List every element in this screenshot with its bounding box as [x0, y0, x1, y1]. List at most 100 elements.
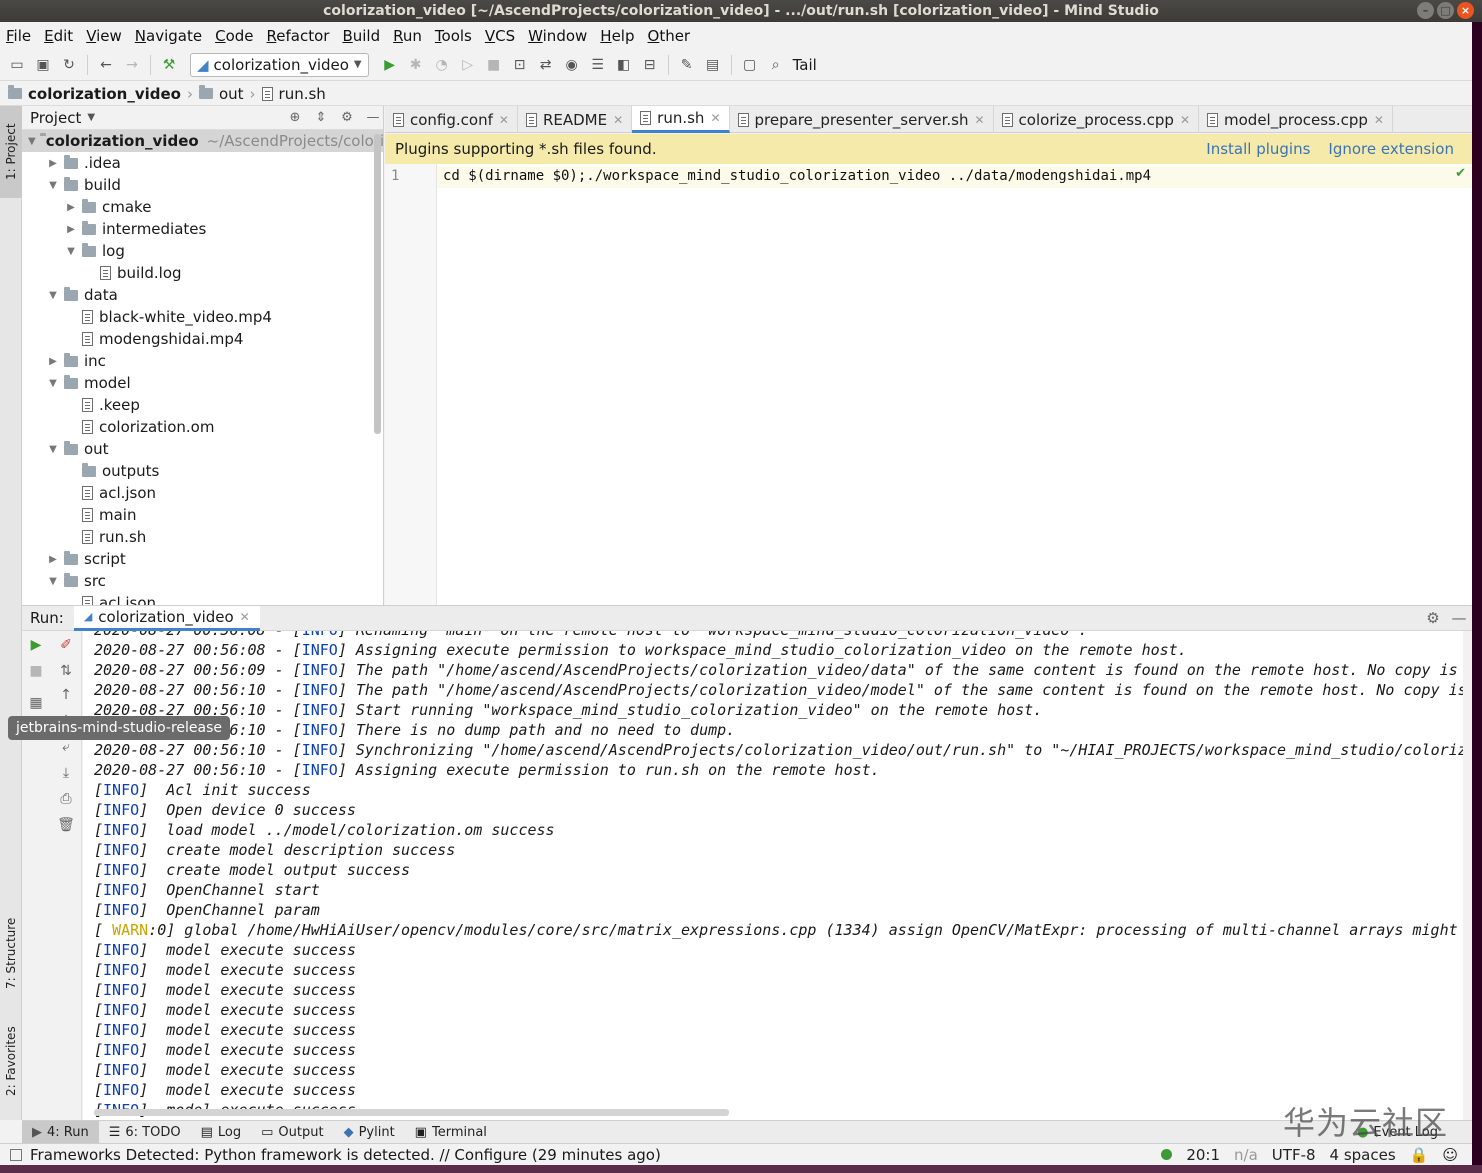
- chevron-down-icon[interactable]: ▼: [46, 576, 60, 587]
- view-icon[interactable]: ◉: [561, 54, 583, 76]
- breadcrumb-out[interactable]: out: [219, 85, 244, 103]
- gear-icon[interactable]: ⚙: [337, 110, 357, 125]
- tree-folder-item[interactable]: ▶ inc: [22, 350, 383, 372]
- convert-icon[interactable]: ⇄: [535, 54, 557, 76]
- lock-icon[interactable]: 🔒: [1410, 1146, 1429, 1164]
- chevron-right-icon[interactable]: ▶: [64, 224, 78, 235]
- close-icon[interactable]: ✕: [499, 113, 509, 127]
- debug-icon[interactable]: ✱: [405, 54, 427, 76]
- minimize-icon[interactable]: –: [1417, 2, 1434, 19]
- menu-tools[interactable]: Tools: [435, 27, 472, 45]
- code-line-text[interactable]: cd $(dirname $0);./workspace_mind_studio…: [443, 168, 1151, 184]
- chevron-right-icon[interactable]: ▶: [46, 158, 60, 169]
- monitor-icon[interactable]: ⊟: [639, 54, 661, 76]
- search-icon[interactable]: ⌕: [765, 54, 787, 76]
- coverage-icon[interactable]: ◔: [431, 54, 453, 76]
- code-editor[interactable]: 1 cd $(dirname $0);./workspace_mind_stud…: [385, 164, 1472, 605]
- tree-folder-item[interactable]: ▼ colorization_video ~/AscendProjects/colo…: [22, 130, 383, 152]
- tree-file-item[interactable]: modengshidai.mp4: [22, 328, 383, 350]
- line-separator[interactable]: n/a: [1234, 1146, 1258, 1164]
- tree-folder-item[interactable]: ▶ script: [22, 548, 383, 570]
- tab-readme[interactable]: README ✕: [518, 106, 633, 133]
- tree-folder-item[interactable]: ▼ build: [22, 174, 383, 196]
- todo-tool-button[interactable]: ☰ 6: TODO: [99, 1121, 191, 1144]
- build-hammer-icon[interactable]: ⚒: [158, 54, 180, 76]
- menu-refactor[interactable]: Refactor: [267, 27, 330, 45]
- tree-file-item[interactable]: acl.json: [22, 592, 383, 605]
- edit-config-icon[interactable]: ✐: [52, 637, 80, 653]
- gear-icon[interactable]: ⚙: [1420, 609, 1446, 627]
- settings-wrench-icon[interactable]: ✎: [676, 54, 698, 76]
- run-console[interactable]: 2020-08-27 00:56:08 - [INFO] Renaming "m…: [83, 631, 1463, 1120]
- tree-folder-item[interactable]: ▼ log: [22, 240, 383, 262]
- console-vertical-scrollbar[interactable]: [1463, 631, 1472, 1120]
- profile-icon[interactable]: ▷: [457, 54, 479, 76]
- project-structure-icon[interactable]: ▤: [702, 54, 724, 76]
- hide-icon[interactable]: —: [363, 110, 383, 125]
- chevron-right-icon[interactable]: ▶: [46, 554, 60, 565]
- print-icon[interactable]: ⎙: [52, 791, 80, 807]
- terminal-icon[interactable]: ▢: [739, 54, 761, 76]
- tree-folder-item[interactable]: ▼ model: [22, 372, 383, 394]
- tree-folder-item[interactable]: ▶ .idea: [22, 152, 383, 174]
- close-icon[interactable]: ✕: [240, 610, 250, 624]
- structure-tool-tab[interactable]: 7: Structure: [0, 906, 22, 1001]
- chevron-down-icon[interactable]: ▼: [64, 246, 78, 257]
- menu-build[interactable]: Build: [342, 27, 380, 45]
- install-plugins-link[interactable]: Install plugins: [1206, 140, 1310, 158]
- indent-setting[interactable]: 4 spaces: [1330, 1146, 1396, 1164]
- forward-icon[interactable]: →: [121, 54, 143, 76]
- locate-icon[interactable]: ⊕: [285, 110, 305, 125]
- log-tool-button[interactable]: ▤ Log: [191, 1121, 252, 1144]
- stop-icon[interactable]: ■: [22, 663, 50, 679]
- tree-file-item[interactable]: black-white_video.mp4: [22, 306, 383, 328]
- layout-icon[interactable]: ▦: [22, 695, 50, 711]
- cursor-position[interactable]: 20:1: [1186, 1146, 1220, 1164]
- scroll-to-end-icon[interactable]: ⤓: [52, 765, 80, 781]
- tree-file-item[interactable]: main: [22, 504, 383, 526]
- inspection-ok-icon[interactable]: ✔: [1455, 166, 1466, 181]
- menu-view[interactable]: View: [86, 27, 122, 45]
- pylint-tool-button[interactable]: ◆ Pylint: [334, 1121, 405, 1144]
- deploy-icon[interactable]: ⊡: [509, 54, 531, 76]
- up-arrow-icon[interactable]: ↑: [52, 687, 80, 703]
- favorites-tool-tab[interactable]: 2: Favorites: [0, 1011, 22, 1111]
- tab-model-process[interactable]: model_process.cpp ✕: [1199, 106, 1393, 133]
- close-icon[interactable]: ✕: [974, 113, 984, 127]
- project-scrollbar[interactable]: [374, 134, 381, 434]
- tab-config-conf[interactable]: config.conf ✕: [385, 106, 518, 133]
- output-tool-button[interactable]: ▭ Output: [251, 1121, 333, 1144]
- tail-button[interactable]: Tail: [793, 56, 817, 74]
- close-icon[interactable]: ✕: [1374, 113, 1384, 127]
- sort-icon[interactable]: ⇅: [52, 663, 80, 679]
- list-icon[interactable]: ☰: [587, 54, 609, 76]
- chevron-down-icon[interactable]: ▼: [28, 136, 36, 147]
- terminal-tool-button[interactable]: ▣ Terminal: [405, 1121, 497, 1144]
- rerun-icon[interactable]: ▶: [22, 637, 50, 653]
- file-encoding[interactable]: UTF-8: [1272, 1146, 1316, 1164]
- run-tab-colorization-video[interactable]: ◢ colorization_video ✕: [73, 605, 260, 631]
- tree-folder-item[interactable]: outputs: [22, 460, 383, 482]
- connection-status-icon[interactable]: [1161, 1149, 1173, 1160]
- status-message[interactable]: Frameworks Detected: Python framework is…: [30, 1146, 661, 1164]
- open-folder-icon[interactable]: ▭: [6, 54, 28, 76]
- tree-file-item[interactable]: build.log: [22, 262, 383, 284]
- run-icon[interactable]: ▶: [379, 54, 401, 76]
- save-all-icon[interactable]: ▣: [32, 54, 54, 76]
- chevron-down-icon[interactable]: ▼: [46, 378, 60, 389]
- menu-file[interactable]: File: [6, 27, 31, 45]
- breadcrumb-file[interactable]: run.sh: [279, 85, 326, 103]
- menu-navigate[interactable]: Navigate: [135, 27, 202, 45]
- tree-folder-item[interactable]: ▼ out: [22, 438, 383, 460]
- close-icon[interactable]: ✕: [613, 113, 623, 127]
- menu-help[interactable]: Help: [600, 27, 634, 45]
- run-configuration-select[interactable]: ◢ colorization_video ▼: [190, 52, 369, 77]
- back-icon[interactable]: ←: [95, 54, 117, 76]
- trash-icon[interactable]: 🗑: [52, 817, 80, 833]
- tab-colorize-process[interactable]: colorize_process.cpp ✕: [994, 106, 1200, 133]
- close-icon[interactable]: ✕: [710, 111, 720, 125]
- project-tool-tab[interactable]: 1: Project: [0, 106, 22, 198]
- hide-icon[interactable]: —: [1446, 609, 1472, 627]
- chevron-right-icon[interactable]: ▶: [46, 356, 60, 367]
- inspector-icon[interactable]: ☺: [1442, 1146, 1458, 1164]
